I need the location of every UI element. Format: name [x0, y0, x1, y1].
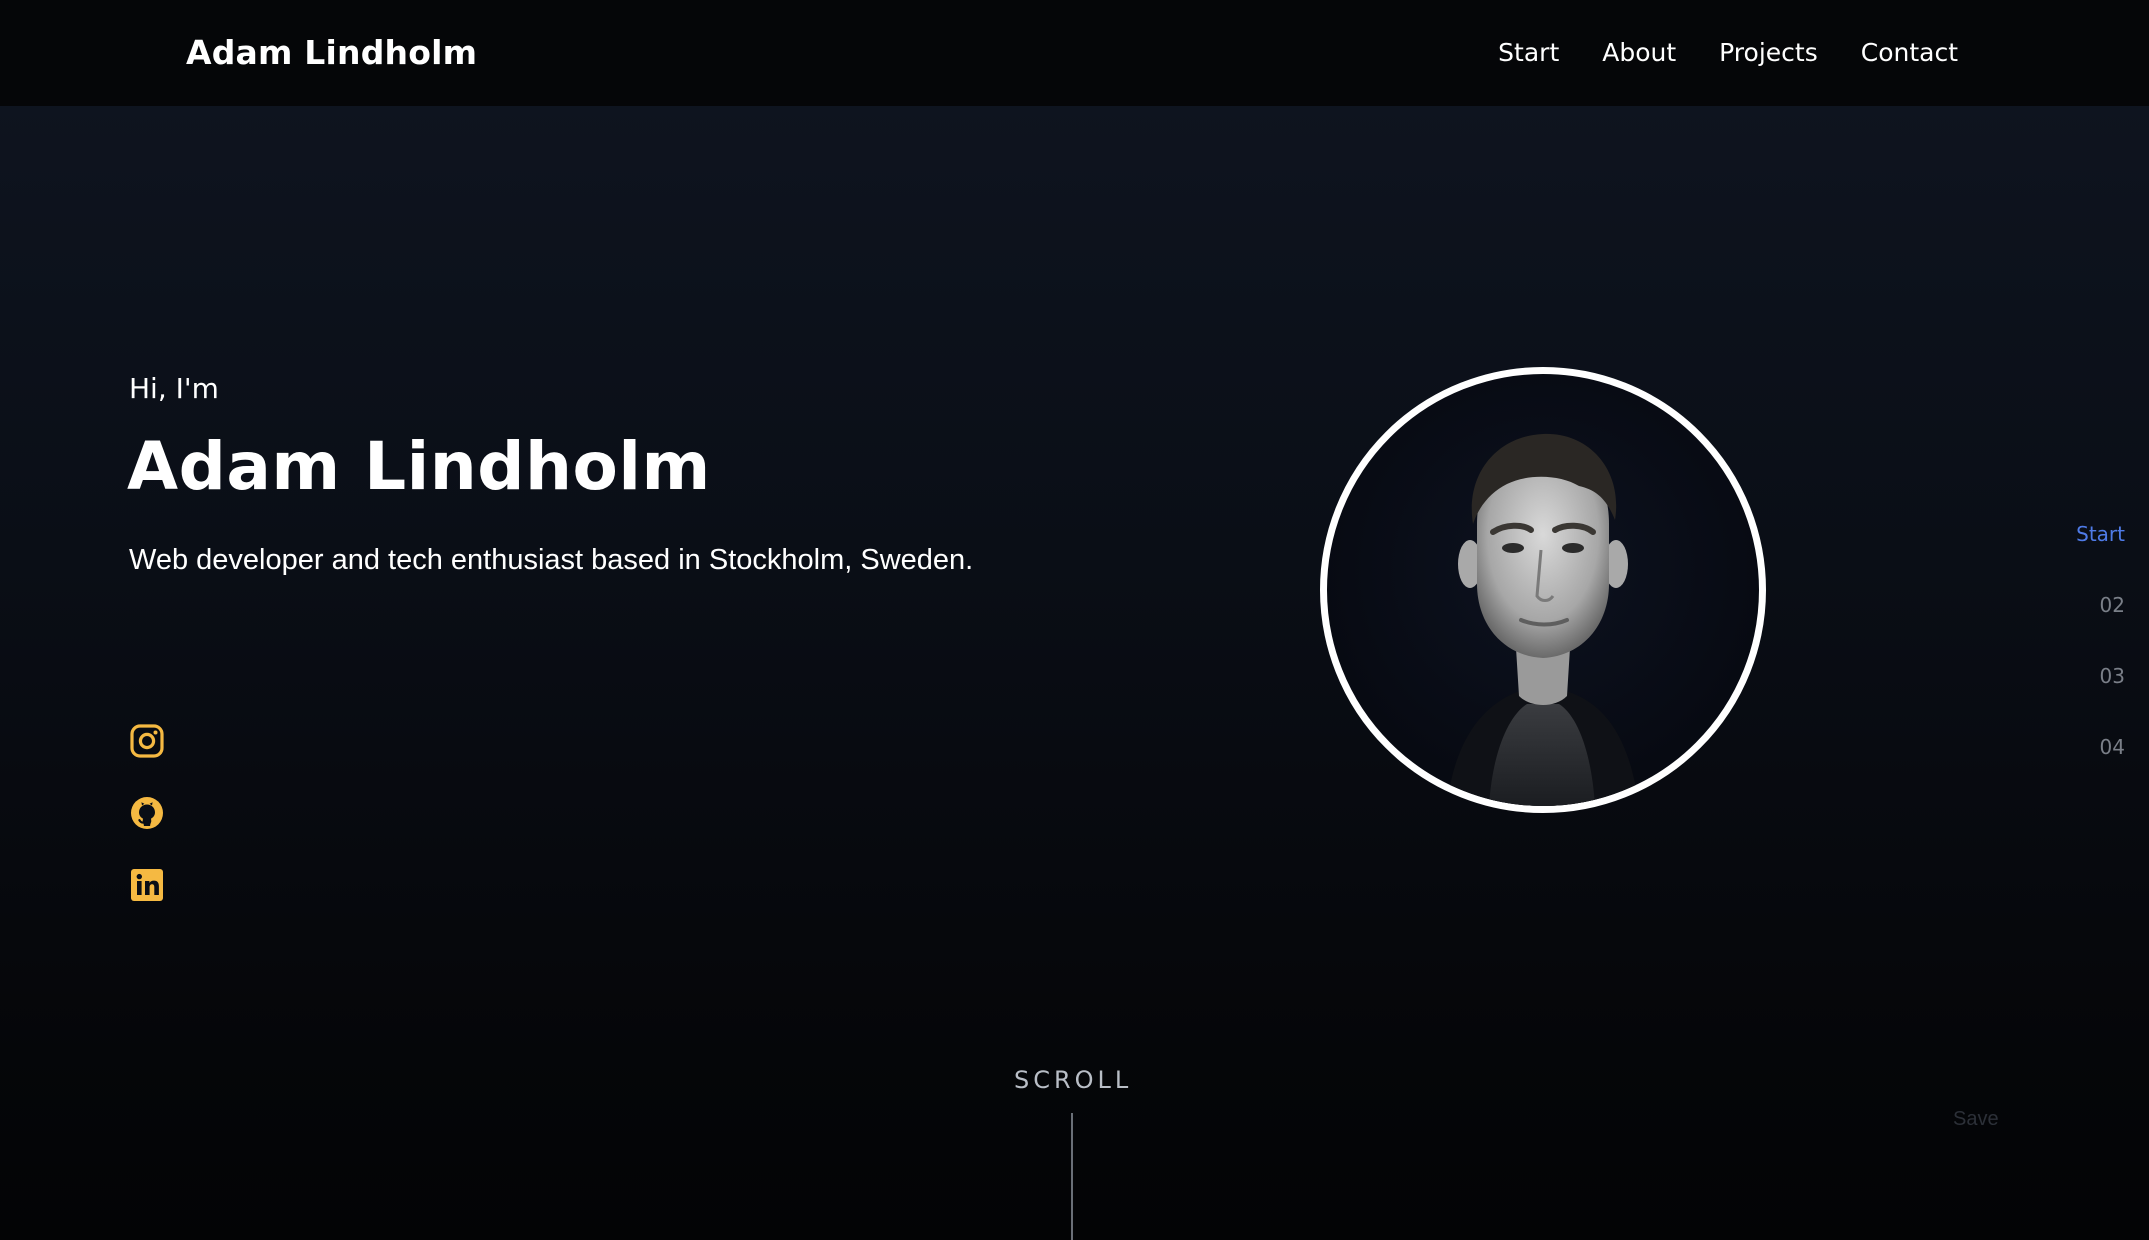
section-link-04[interactable]: 04	[2100, 735, 2125, 806]
nav-link-contact[interactable]: Contact	[1861, 38, 1958, 67]
section-link-03[interactable]: 03	[2100, 664, 2125, 735]
main-nav: Start About Projects Contact	[1498, 38, 1958, 67]
github-icon[interactable]	[129, 795, 165, 831]
nav-link-projects[interactable]: Projects	[1719, 38, 1818, 67]
nav-link-about[interactable]: About	[1602, 38, 1676, 67]
section-link-start[interactable]: Start	[2076, 522, 2125, 593]
profile-photo	[1320, 367, 1766, 813]
hero-greeting: Hi, I'm	[129, 372, 219, 405]
scroll-indicator-label[interactable]: SCROLL	[1014, 1066, 1132, 1094]
social-links	[129, 723, 165, 903]
hero-tagline: Web developer and tech enthusiast based …	[129, 544, 974, 576]
linkedin-icon[interactable]	[129, 867, 165, 903]
instagram-icon[interactable]	[129, 723, 165, 759]
site-brand[interactable]: Adam Lindholm	[186, 33, 477, 72]
top-navigation-bar: Adam Lindholm Start About Projects Conta…	[0, 0, 2149, 106]
landing-page: Adam Lindholm Start About Projects Conta…	[0, 0, 2149, 1240]
hero-name: Adam Lindholm	[127, 428, 711, 505]
nav-link-start[interactable]: Start	[1498, 38, 1559, 67]
save-hint: Save	[1953, 1108, 1999, 1130]
scroll-indicator-line	[1071, 1113, 1073, 1240]
section-link-02[interactable]: 02	[2100, 593, 2125, 664]
section-index: Start 02 03 04	[2076, 522, 2125, 806]
